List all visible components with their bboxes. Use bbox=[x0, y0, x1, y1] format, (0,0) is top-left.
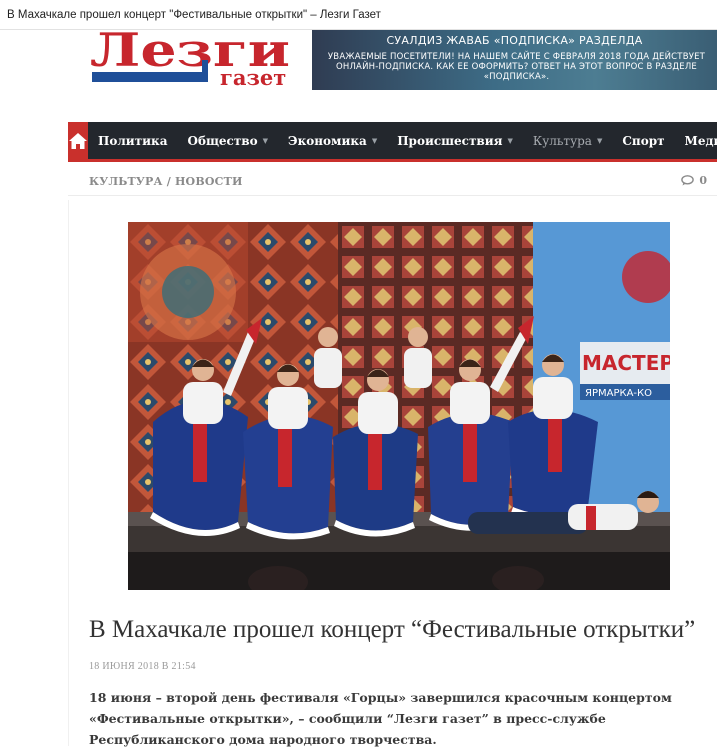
chevron-down-icon: ▼ bbox=[262, 136, 269, 145]
breadcrumb[interactable]: КУЛЬТУРА / НОВОСТИ bbox=[89, 175, 243, 188]
nav-item-society[interactable]: Общество ▼ bbox=[177, 122, 278, 159]
comments-count[interactable]: 0 bbox=[681, 174, 707, 187]
chevron-down-icon: ▼ bbox=[371, 136, 378, 145]
nav-item-sport[interactable]: Спорт bbox=[612, 122, 674, 159]
nav-item-media[interactable]: Медиа▼ bbox=[675, 122, 717, 159]
photo-stage-text: МАСТЕРОВ bbox=[582, 351, 670, 375]
nav-item-economy[interactable]: Экономика ▼ bbox=[278, 122, 387, 159]
nav-item-incidents[interactable]: Происшествия ▼ bbox=[387, 122, 523, 159]
main-nav: Политика Общество ▼ Экономика ▼ Происшеств… bbox=[68, 122, 717, 162]
chevron-down-icon: ▼ bbox=[596, 136, 603, 145]
logo-line2: газет bbox=[220, 65, 286, 90]
nav-item-politics[interactable]: Политика bbox=[88, 122, 177, 159]
subscription-banner[interactable]: СУАЛДИЗ ЖАВАБ «ПОДПИСКА» РАЗДЕЛДА УВАЖАЕ… bbox=[312, 30, 717, 90]
banner-heading: СУАЛДИЗ ЖАВАБ «ПОДПИСКА» РАЗДЕЛДА bbox=[386, 34, 643, 47]
article-photo: МАСТЕРОВ ЯРМАРКА-КО bbox=[128, 222, 670, 590]
site-logo[interactable]: Лезги газет bbox=[88, 30, 296, 90]
nav-home-button[interactable] bbox=[68, 122, 88, 159]
article-date: 18 ИЮНЯ 2018 В 21:54 bbox=[89, 661, 196, 672]
comment-icon bbox=[681, 175, 695, 186]
banner-text: УВАЖАЕМЫЕ ПОСЕТИТЕЛИ! НА НАШЕМ САЙТЕ С Ф… bbox=[327, 52, 706, 82]
nav-item-culture[interactable]: Культура ▼ bbox=[523, 122, 612, 159]
photo-stage-text2: ЯРМАРКА-КО bbox=[585, 388, 652, 399]
comments-count-value: 0 bbox=[699, 174, 707, 187]
window-title: В Махачкале прошел концерт "Фестивальные… bbox=[0, 0, 717, 30]
chevron-down-icon: ▼ bbox=[507, 136, 513, 145]
breadcrumb-row: КУЛЬТУРА / НОВОСТИ 0 bbox=[68, 166, 717, 196]
article-title: В Махачкале прошел концерт “Фестивальные… bbox=[89, 616, 696, 643]
home-icon bbox=[69, 132, 87, 149]
article-lead: 18 июня – второй день фестиваля «Горцы» … bbox=[89, 690, 672, 747]
